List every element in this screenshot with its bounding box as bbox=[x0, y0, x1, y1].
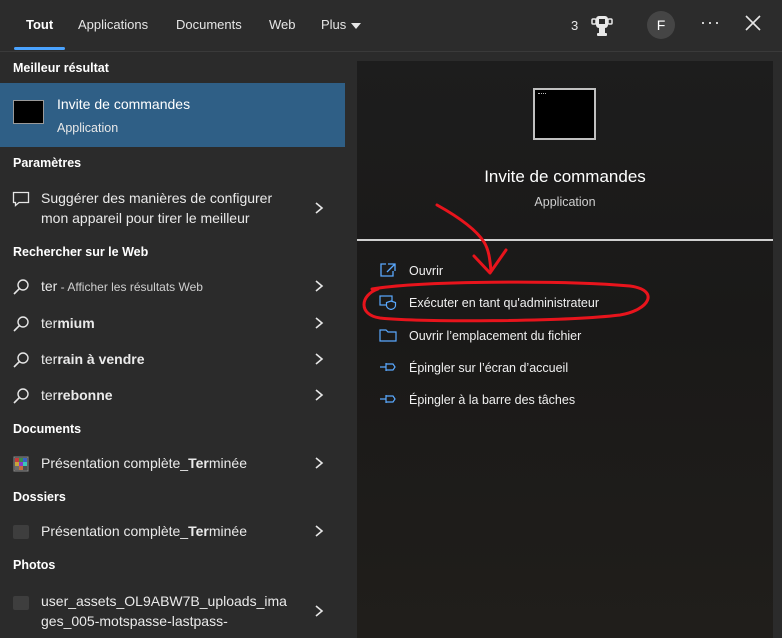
chevron-right-icon[interactable] bbox=[313, 524, 325, 538]
preview-title: Invite de commandes bbox=[484, 167, 646, 186]
best-match-title: Invite de commandes bbox=[57, 96, 191, 112]
section-web-search: Rechercher sur le Web bbox=[13, 245, 149, 259]
section-best-match: Meilleur résultat bbox=[13, 61, 109, 75]
tab-more[interactable]: Plus bbox=[321, 0, 362, 52]
chevron-right-icon[interactable] bbox=[313, 352, 325, 366]
caret-down-icon bbox=[351, 22, 362, 29]
tab-documents[interactable]: Documents bbox=[176, 0, 242, 52]
section-photos: Photos bbox=[13, 558, 56, 572]
feedback-icon bbox=[12, 191, 30, 207]
section-documents: Documents bbox=[13, 422, 82, 436]
search-icon bbox=[13, 316, 29, 332]
photo-result-line1: user_assets_OL9ABW7B_uploads_ima bbox=[41, 593, 287, 609]
chevron-right-icon[interactable] bbox=[313, 316, 325, 330]
settings-result-line2: mon appareil pour tirer le meilleur bbox=[41, 210, 250, 226]
search-results-list: Meilleur résultat Invite de commandes Ap… bbox=[0, 52, 345, 638]
chevron-right-icon[interactable] bbox=[313, 388, 325, 402]
user-avatar[interactable]: F bbox=[647, 11, 675, 39]
document-name-end: minée bbox=[208, 455, 247, 471]
web-result-text: terrain à vendre bbox=[41, 351, 145, 367]
web-result-query: ter bbox=[41, 387, 58, 403]
web-result-item[interactable]: terrain à vendre bbox=[0, 342, 345, 376]
web-result-text: terrebonne bbox=[41, 387, 113, 403]
pin-icon bbox=[380, 363, 396, 371]
web-result-item[interactable]: terrebonne bbox=[0, 378, 345, 412]
action-run-as-admin-label: Exécuter en tant qu'administrateur bbox=[409, 296, 599, 310]
action-open-file-location[interactable]: Ouvrir l’emplacement du fichier bbox=[379, 321, 759, 349]
folder-name-start: Présentation complète_ bbox=[41, 523, 189, 539]
web-result-completion: rebonne bbox=[57, 387, 113, 403]
preview-panel: Invite de commandes Application Ouvrir E… bbox=[357, 61, 773, 638]
tab-web[interactable]: Web bbox=[269, 0, 296, 52]
action-pin-to-start[interactable]: Épingler sur l’écran d’accueil bbox=[379, 353, 759, 381]
action-run-as-admin[interactable]: Exécuter en tant qu'administrateur bbox=[379, 288, 759, 316]
web-result-completion: rain à vendre bbox=[57, 351, 145, 367]
preview-subtitle: Application bbox=[534, 195, 596, 209]
photo-result-item[interactable]: user_assets_OL9ABW7B_uploads_ima ges_005… bbox=[0, 590, 345, 636]
best-match-item[interactable]: Invite de commandes Application bbox=[0, 83, 345, 147]
settings-result-line1: Suggérer des manières de configurer bbox=[41, 190, 273, 206]
web-result-query: ter bbox=[41, 278, 58, 294]
web-result-text: ter - Afficher les résultats Web bbox=[41, 278, 203, 294]
web-result-query: ter bbox=[41, 315, 58, 331]
web-result-hint: - Afficher les résultats Web bbox=[57, 280, 203, 294]
photo-result-line2: ges_005-motspasse-lastpass- bbox=[41, 613, 228, 629]
folder-icon bbox=[379, 329, 397, 342]
preview-divider bbox=[357, 239, 773, 241]
web-result-item[interactable]: ter - Afficher les résultats Web bbox=[0, 269, 345, 303]
search-icon bbox=[13, 352, 29, 368]
document-result-text: Présentation complète_Terminée bbox=[41, 455, 247, 471]
settings-result-item[interactable]: Suggérer des manières de configurer mon … bbox=[0, 187, 345, 233]
spreadsheet-file-icon bbox=[13, 456, 29, 472]
command-prompt-large-icon bbox=[533, 88, 596, 140]
chevron-right-icon[interactable] bbox=[313, 604, 325, 618]
tab-applications[interactable]: Applications bbox=[78, 0, 148, 52]
folder-result-text: Présentation complète_Terminée bbox=[41, 523, 247, 539]
section-folders: Dossiers bbox=[13, 490, 66, 504]
settings-result-text: Suggérer des manières de configurer mon … bbox=[41, 188, 272, 228]
web-result-item[interactable]: termium bbox=[0, 306, 345, 340]
photo-result-text: user_assets_OL9ABW7B_uploads_ima ges_005… bbox=[41, 591, 287, 631]
action-pin-to-start-label: Épingler sur l’écran d’accueil bbox=[409, 361, 569, 375]
more-options-icon[interactable]: ··· bbox=[700, 12, 721, 33]
document-result-item[interactable]: Présentation complète_Terminée bbox=[0, 446, 345, 480]
web-result-text: termium bbox=[41, 315, 95, 331]
chevron-right-icon[interactable] bbox=[313, 201, 325, 215]
section-settings: Paramètres bbox=[13, 156, 82, 170]
document-name-match: Ter bbox=[188, 455, 209, 471]
search-icon bbox=[13, 279, 29, 295]
tab-all[interactable]: Tout bbox=[13, 0, 66, 52]
command-prompt-icon bbox=[13, 100, 44, 124]
folder-result-item[interactable]: Présentation complète_Terminée bbox=[0, 514, 345, 548]
close-icon[interactable] bbox=[744, 14, 762, 32]
shield-icon bbox=[379, 295, 397, 310]
chevron-right-icon[interactable] bbox=[313, 456, 325, 470]
action-pin-to-taskbar-label: Épingler à la barre des tâches bbox=[409, 393, 576, 407]
action-pin-to-taskbar[interactable]: Épingler à la barre des tâches bbox=[379, 385, 759, 413]
image-file-icon bbox=[13, 596, 29, 610]
folder-name-end: minée bbox=[208, 523, 247, 539]
rewards-trophy-icon[interactable] bbox=[588, 12, 616, 40]
folder-name-match: Ter bbox=[188, 523, 209, 539]
web-result-query: ter bbox=[41, 351, 58, 367]
action-open-label: Ouvrir bbox=[409, 264, 444, 278]
chevron-right-icon[interactable] bbox=[313, 279, 325, 293]
best-match-subtitle: Application bbox=[57, 121, 119, 135]
web-result-completion: mium bbox=[57, 315, 95, 331]
document-name-start: Présentation complète_ bbox=[41, 455, 189, 471]
folder-icon bbox=[13, 525, 29, 539]
pin-icon bbox=[380, 395, 396, 403]
tab-more-label: Plus bbox=[321, 17, 347, 32]
open-icon bbox=[380, 263, 396, 277]
search-tab-bar: Tout Applications Documents Web Plus 3 F… bbox=[0, 0, 782, 52]
search-icon bbox=[13, 388, 29, 404]
action-open-file-location-label: Ouvrir l’emplacement du fichier bbox=[409, 329, 582, 343]
rewards-points: 3 bbox=[571, 18, 579, 33]
action-open[interactable]: Ouvrir bbox=[379, 256, 759, 284]
